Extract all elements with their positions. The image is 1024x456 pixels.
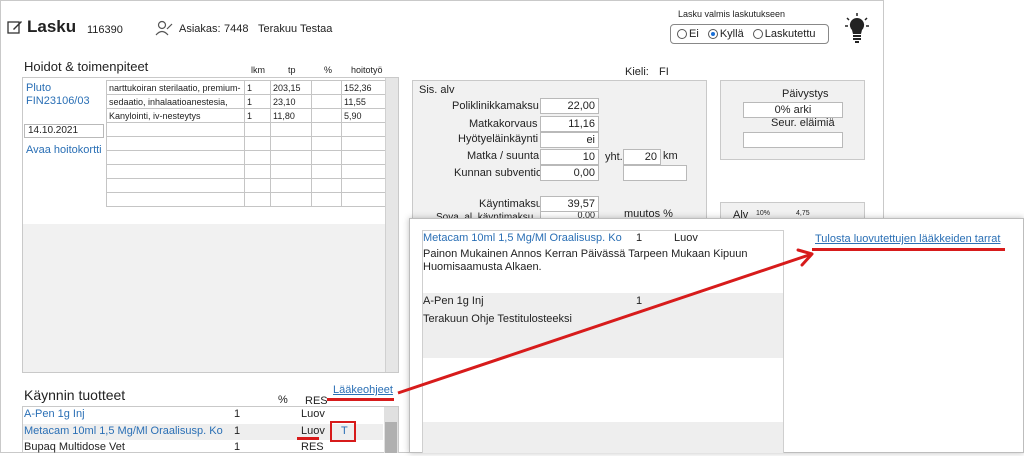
annotation-arrow [397,248,814,395]
